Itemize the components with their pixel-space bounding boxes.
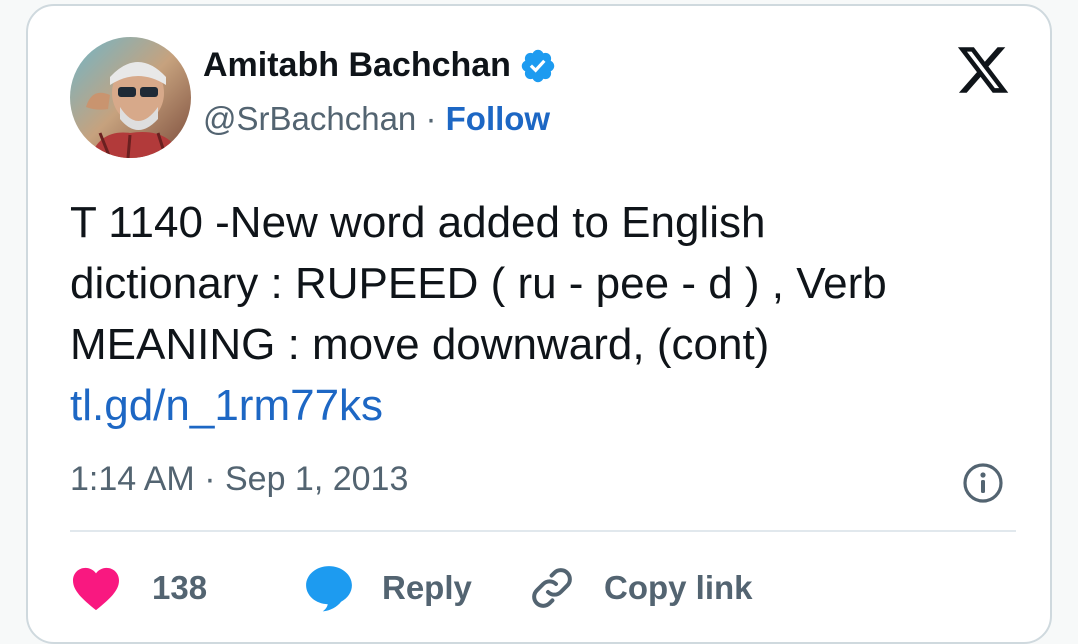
- author-name-row[interactable]: Amitabh Bachchan: [203, 46, 557, 85]
- tweet-card: Amitabh Bachchan @SrBachchan · Follow T …: [26, 4, 1052, 644]
- author-name[interactable]: Amitabh Bachchan: [203, 46, 511, 85]
- timestamp-separator: ·: [204, 460, 225, 498]
- author-handle[interactable]: @SrBachchan: [203, 100, 416, 137]
- action-bar: 138 Reply Copy link: [70, 561, 1010, 615]
- speech-bubble-icon: [306, 566, 352, 612]
- heart-icon: [73, 567, 119, 611]
- tweet-text: T 1140 -New word added to English dictio…: [70, 192, 1030, 436]
- timestamp-date[interactable]: Sep 1, 2013: [225, 460, 408, 498]
- divider: [70, 530, 1016, 532]
- like-button[interactable]: 138: [70, 561, 207, 615]
- verified-badge-icon: [521, 49, 555, 82]
- link-icon: [532, 568, 572, 608]
- avatar[interactable]: [70, 37, 191, 158]
- avatar-image: [70, 37, 191, 158]
- copy-link-label: Copy link: [604, 569, 753, 606]
- handle-row: @SrBachchan · Follow: [203, 100, 550, 138]
- follow-button[interactable]: Follow: [446, 100, 550, 137]
- tweet-text-line: T 1140 -New word added to English: [70, 198, 766, 247]
- timestamp-time[interactable]: 1:14 AM: [70, 460, 195, 498]
- info-icon[interactable]: [960, 460, 1006, 506]
- reply-label: Reply: [382, 569, 472, 606]
- x-logo-icon[interactable]: [954, 42, 1012, 98]
- tweet-link[interactable]: tl.gd/n_1rm77ks: [70, 375, 1030, 436]
- handle-separator: ·: [425, 100, 446, 137]
- tweet-text-line: MEANING : move downward, (cont): [70, 320, 770, 369]
- tweet-text-line: dictionary : RUPEED ( ru - pee - d ) , V…: [70, 259, 887, 308]
- reply-button[interactable]: Reply: [304, 561, 472, 615]
- like-count: 138: [152, 569, 208, 606]
- timestamp[interactable]: 1:14 AM · Sep 1, 2013: [70, 460, 408, 499]
- copy-link-button[interactable]: Copy link: [528, 561, 753, 615]
